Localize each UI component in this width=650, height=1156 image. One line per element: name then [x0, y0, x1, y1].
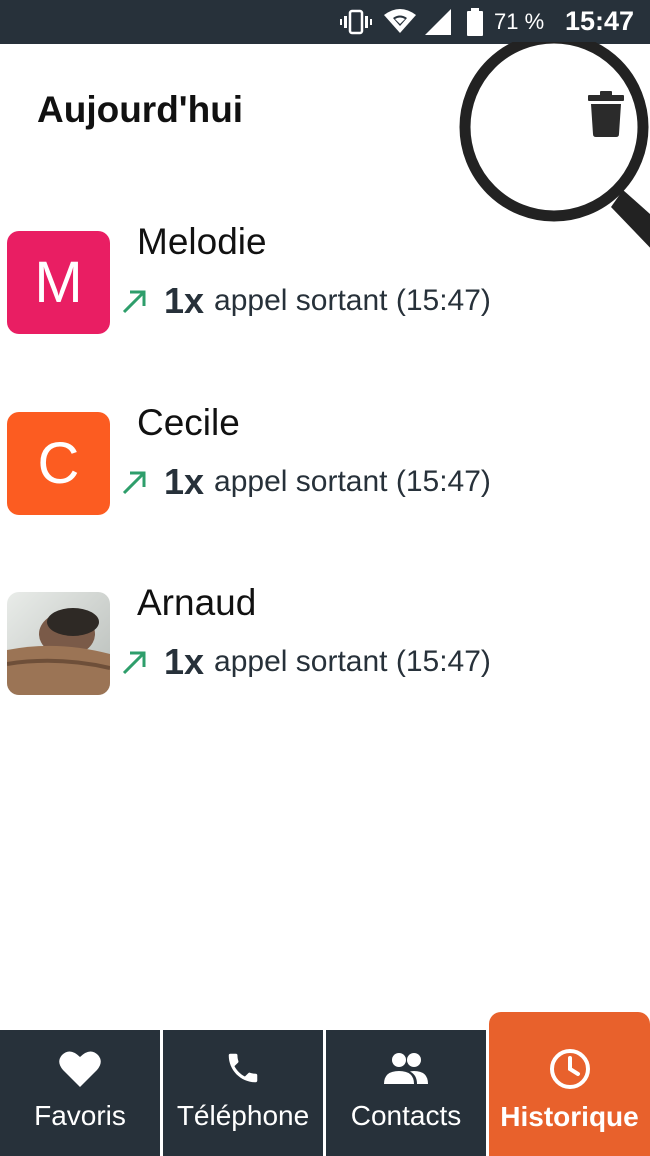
- call-log-item[interactable]: Arnaud 1x appel sortant (15:47): [0, 582, 650, 712]
- status-time: 15:47: [565, 6, 635, 36]
- call-details: 1x appel sortant (15:47): [120, 640, 491, 684]
- contact-name: Melodie: [137, 221, 267, 262]
- heart-icon: [59, 1048, 101, 1088]
- status-bar: 71 % 15:47: [0, 0, 650, 44]
- call-log-item[interactable]: M Melodie 1x appel sortant (15:47): [0, 221, 650, 351]
- tab-label: Favoris: [34, 1100, 126, 1131]
- tab-favoris[interactable]: Favoris: [0, 1030, 160, 1156]
- avatar: M: [7, 231, 110, 334]
- page-title: Aujourd'hui: [37, 89, 244, 130]
- vibrate-icon: [340, 8, 372, 36]
- outgoing-call-arrow-icon: [120, 285, 152, 317]
- call-details: 1x appel sortant (15:47): [120, 279, 491, 323]
- call-description: appel sortant (15:47): [214, 465, 491, 498]
- wifi-icon: [384, 8, 416, 36]
- tab-telephone[interactable]: Téléphone: [163, 1030, 323, 1156]
- phone-icon: [224, 1048, 262, 1088]
- people-icon: [383, 1048, 429, 1088]
- tab-label: Historique: [500, 1101, 639, 1132]
- tab-label: Téléphone: [176, 1100, 310, 1131]
- battery-icon: [466, 8, 484, 36]
- avatar-photo: [7, 592, 110, 695]
- contact-name: Cecile: [137, 402, 240, 443]
- call-log-item[interactable]: C Cecile 1x appel sortant (15:47): [0, 402, 650, 532]
- tab-historique[interactable]: Historique: [489, 1012, 650, 1156]
- outgoing-call-arrow-icon: [120, 646, 152, 678]
- call-details: 1x appel sortant (15:47): [120, 460, 491, 504]
- avatar-letter: M: [34, 250, 83, 315]
- magnifier-overlay: [459, 32, 650, 252]
- signal-icon: [425, 8, 453, 36]
- avatar: C: [7, 412, 110, 515]
- outgoing-call-arrow-icon: [120, 466, 152, 498]
- call-count: 1x: [164, 461, 205, 502]
- clock-icon: [549, 1049, 591, 1089]
- trash-icon: [588, 90, 624, 142]
- call-count: 1x: [164, 280, 205, 321]
- call-description: appel sortant (15:47): [214, 645, 491, 678]
- contact-name: Arnaud: [137, 582, 257, 623]
- delete-history-button[interactable]: [586, 90, 626, 142]
- battery-percent: 71 %: [494, 9, 545, 34]
- avatar-letter: C: [37, 431, 80, 496]
- call-description: appel sortant (15:47): [214, 284, 491, 317]
- tab-label: Contacts: [350, 1100, 462, 1131]
- bottom-navigation: Favoris Téléphone Contacts Historique: [0, 1012, 650, 1156]
- call-count: 1x: [164, 641, 205, 682]
- tab-contacts[interactable]: Contacts: [326, 1030, 486, 1156]
